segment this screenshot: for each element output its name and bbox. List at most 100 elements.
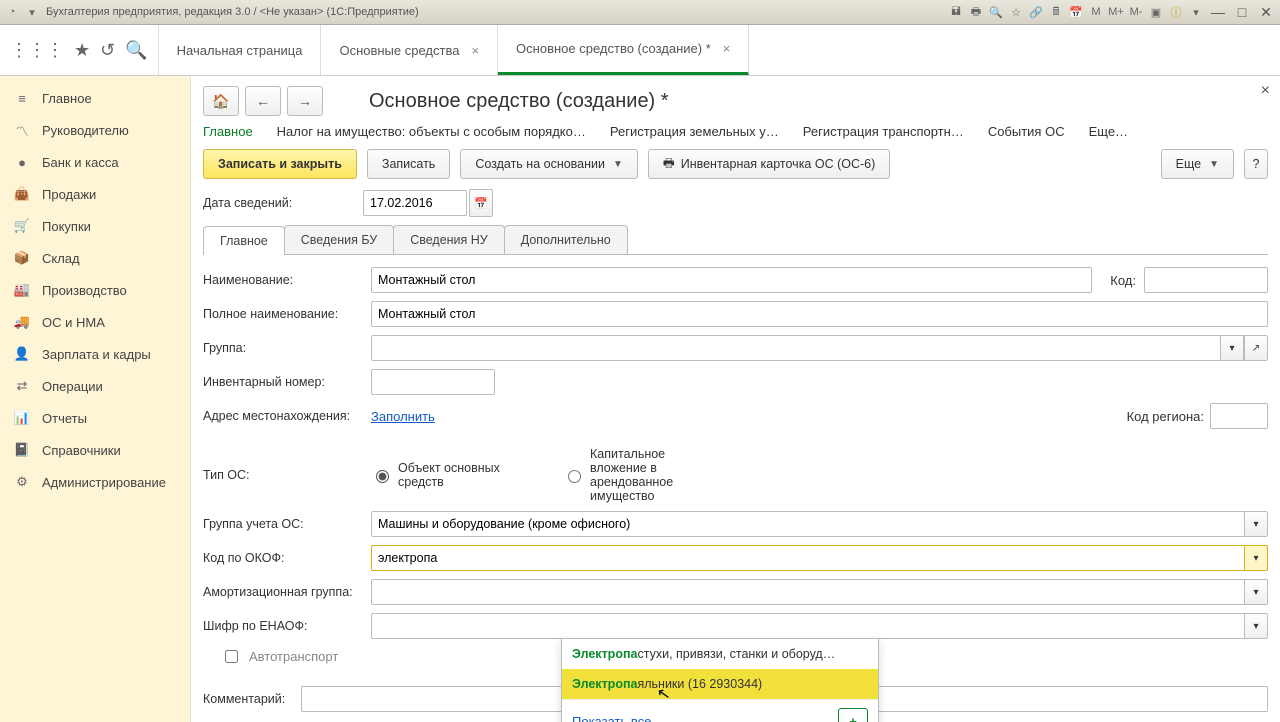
ops-icon: ⇄ xyxy=(14,378,30,394)
save-icon[interactable]: 🖬 xyxy=(948,4,964,20)
calendar-icon[interactable]: 📅 xyxy=(1068,4,1084,20)
datepicker-button[interactable]: 📅 xyxy=(469,189,493,217)
section-tab-more[interactable]: Еще… xyxy=(1089,124,1128,139)
chevron-down-icon[interactable]: ▾ xyxy=(1244,613,1268,639)
sidebar-item-purchases[interactable]: 🛒Покупки xyxy=(0,210,190,242)
info-icon[interactable]: ⓘ xyxy=(1168,4,1184,20)
acct-group-input[interactable] xyxy=(371,511,1244,537)
top-toolbar: ⋮⋮⋮ ★ ↺ 🔍 Начальная страница Основные ср… xyxy=(0,25,1280,76)
help-button[interactable]: ? xyxy=(1244,149,1268,179)
sidebar-item-ref[interactable]: 📓Справочники xyxy=(0,434,190,466)
mplus-icon[interactable]: M+ xyxy=(1108,4,1124,20)
history-icon[interactable]: ↺ xyxy=(100,40,115,61)
search-icon[interactable]: 🔍 xyxy=(988,4,1004,20)
sidebar-item-ops[interactable]: ⇄Операции xyxy=(0,370,190,402)
date-input[interactable] xyxy=(363,190,467,216)
show-all-link[interactable]: Показать все xyxy=(572,714,651,722)
sidebar-item-main[interactable]: ≡Главное xyxy=(0,82,190,114)
mminus-icon[interactable]: M- xyxy=(1128,4,1144,20)
tab-home[interactable]: Начальная страница xyxy=(159,25,322,75)
truck-icon: 🚚 xyxy=(14,314,30,330)
save-close-button[interactable]: Записать и закрыть xyxy=(203,149,357,179)
inner-tab-bu[interactable]: Сведения БУ xyxy=(284,225,394,254)
chevron-down-icon[interactable]: ▾ xyxy=(1244,511,1268,537)
min-button[interactable]: — xyxy=(1208,4,1228,20)
amort-label: Амортизационная группа: xyxy=(203,585,363,599)
sidebar-item-reports[interactable]: 📊Отчеты xyxy=(0,402,190,434)
dropdown-item[interactable]: Электропастухи, привязи, станки и оборуд… xyxy=(562,639,878,669)
more-button[interactable]: Еще▼ xyxy=(1161,149,1234,179)
sidebar-item-bank[interactable]: ●Банк и касса xyxy=(0,146,190,178)
panels-icon[interactable]: ▣ xyxy=(1148,4,1164,20)
name-input[interactable] xyxy=(371,267,1092,293)
section-tab-events[interactable]: События ОС xyxy=(988,124,1065,139)
code-input[interactable] xyxy=(1144,267,1268,293)
user-icon: 👤 xyxy=(14,346,30,362)
sidebar-item-prod[interactable]: 🏭Производство xyxy=(0,274,190,306)
region-label: Код региона: xyxy=(1127,409,1204,424)
apps-icon[interactable]: ⋮⋮⋮ xyxy=(10,40,64,61)
enaof-label: Шифр по ЕНАОФ: xyxy=(203,619,363,633)
create-basis-button[interactable]: Создать на основании▼ xyxy=(460,149,638,179)
code-label: Код: xyxy=(1100,273,1136,288)
chevron-down-icon[interactable]: ▾ xyxy=(1220,335,1244,361)
inner-tab-main[interactable]: Главное xyxy=(203,226,285,255)
type-radio-capital[interactable]: Капитальное вложение в арендованное имущ… xyxy=(563,447,723,503)
page-close-button[interactable]: × xyxy=(1261,82,1270,100)
inner-tab-nu[interactable]: Сведения НУ xyxy=(393,225,505,254)
sidebar-item-manager[interactable]: 〽Руководителю xyxy=(0,114,190,146)
acct-group-label: Группа учета ОС: xyxy=(203,517,363,531)
save-button[interactable]: Записать xyxy=(367,149,450,179)
inventory-card-button[interactable]: 🖶Инвентарная карточка ОС (ОС-6) xyxy=(648,149,890,179)
print-icon: 🖶 xyxy=(663,154,675,175)
group-input[interactable] xyxy=(371,335,1220,361)
coin-icon: ● xyxy=(14,154,30,170)
open-icon[interactable]: ↗ xyxy=(1244,335,1268,361)
star-icon[interactable]: ☆ xyxy=(1008,4,1024,20)
amort-input[interactable] xyxy=(371,579,1244,605)
close-icon[interactable]: × xyxy=(471,43,479,58)
sidebar-item-admin[interactable]: ⚙Администрирование xyxy=(0,466,190,498)
inner-tab-extra[interactable]: Дополнительно xyxy=(504,225,628,254)
menu-icon: ≡ xyxy=(14,90,30,106)
section-tab-main[interactable]: Главное xyxy=(203,124,253,139)
type-label: Тип ОС: xyxy=(203,468,363,482)
close-icon[interactable]: × xyxy=(723,41,731,56)
chevron-down-icon[interactable]: ▾ xyxy=(1244,545,1268,571)
inner-tabs: Главное Сведения БУ Сведения НУ Дополнит… xyxy=(203,225,1268,255)
chevron-down-icon[interactable]: ▾ xyxy=(1244,579,1268,605)
sidebar-item-os[interactable]: 🚚ОС и НМА xyxy=(0,306,190,338)
auto-checkbox[interactable]: Автотранспорт xyxy=(221,647,338,666)
info-caret-icon[interactable]: ▾ xyxy=(1188,4,1204,20)
sidebar-item-sales[interactable]: 👜Продажи xyxy=(0,178,190,210)
m-icon[interactable]: M xyxy=(1088,4,1104,20)
print-icon[interactable]: 🖶 xyxy=(968,4,984,20)
search-icon[interactable]: 🔍 xyxy=(125,40,147,61)
calc-icon[interactable]: 🖩 xyxy=(1048,4,1064,20)
okof-input[interactable] xyxy=(371,545,1244,571)
forward-button[interactable]: → xyxy=(287,86,323,116)
favorite-icon[interactable]: ★ xyxy=(74,40,90,61)
bag-icon: 👜 xyxy=(14,186,30,202)
region-input[interactable] xyxy=(1210,403,1268,429)
fullname-input[interactable] xyxy=(371,301,1268,327)
sidebar-item-stock[interactable]: 📦Склад xyxy=(0,242,190,274)
tab-assets[interactable]: Основные средства× xyxy=(321,25,498,75)
fill-link[interactable]: Заполнить xyxy=(371,409,435,424)
close-button[interactable]: ✕ xyxy=(1256,4,1276,20)
tab-asset-create[interactable]: Основное средство (создание) *× xyxy=(498,25,749,75)
section-tab-transport[interactable]: Регистрация транспортн… xyxy=(803,124,964,139)
sidebar-item-hr[interactable]: 👤Зарплата и кадры xyxy=(0,338,190,370)
back-button[interactable]: ← xyxy=(245,86,281,116)
dropdown-item[interactable]: Электропаяльники (16 2930344) xyxy=(562,669,878,699)
inv-input[interactable] xyxy=(371,369,495,395)
addr-label: Адрес местонахождения: xyxy=(203,409,363,423)
enaof-input[interactable] xyxy=(371,613,1244,639)
max-button[interactable]: □ xyxy=(1232,4,1252,20)
section-tab-land[interactable]: Регистрация земельных у… xyxy=(610,124,779,139)
link-icon[interactable]: 🔗 xyxy=(1028,4,1044,20)
dropdown-icon[interactable]: ▾ xyxy=(24,4,40,20)
type-radio-object[interactable]: Объект основных средств xyxy=(371,461,531,489)
section-tab-tax[interactable]: Налог на имущество: объекты с особым пор… xyxy=(277,124,586,139)
home-button[interactable]: 🏠 xyxy=(203,86,239,116)
